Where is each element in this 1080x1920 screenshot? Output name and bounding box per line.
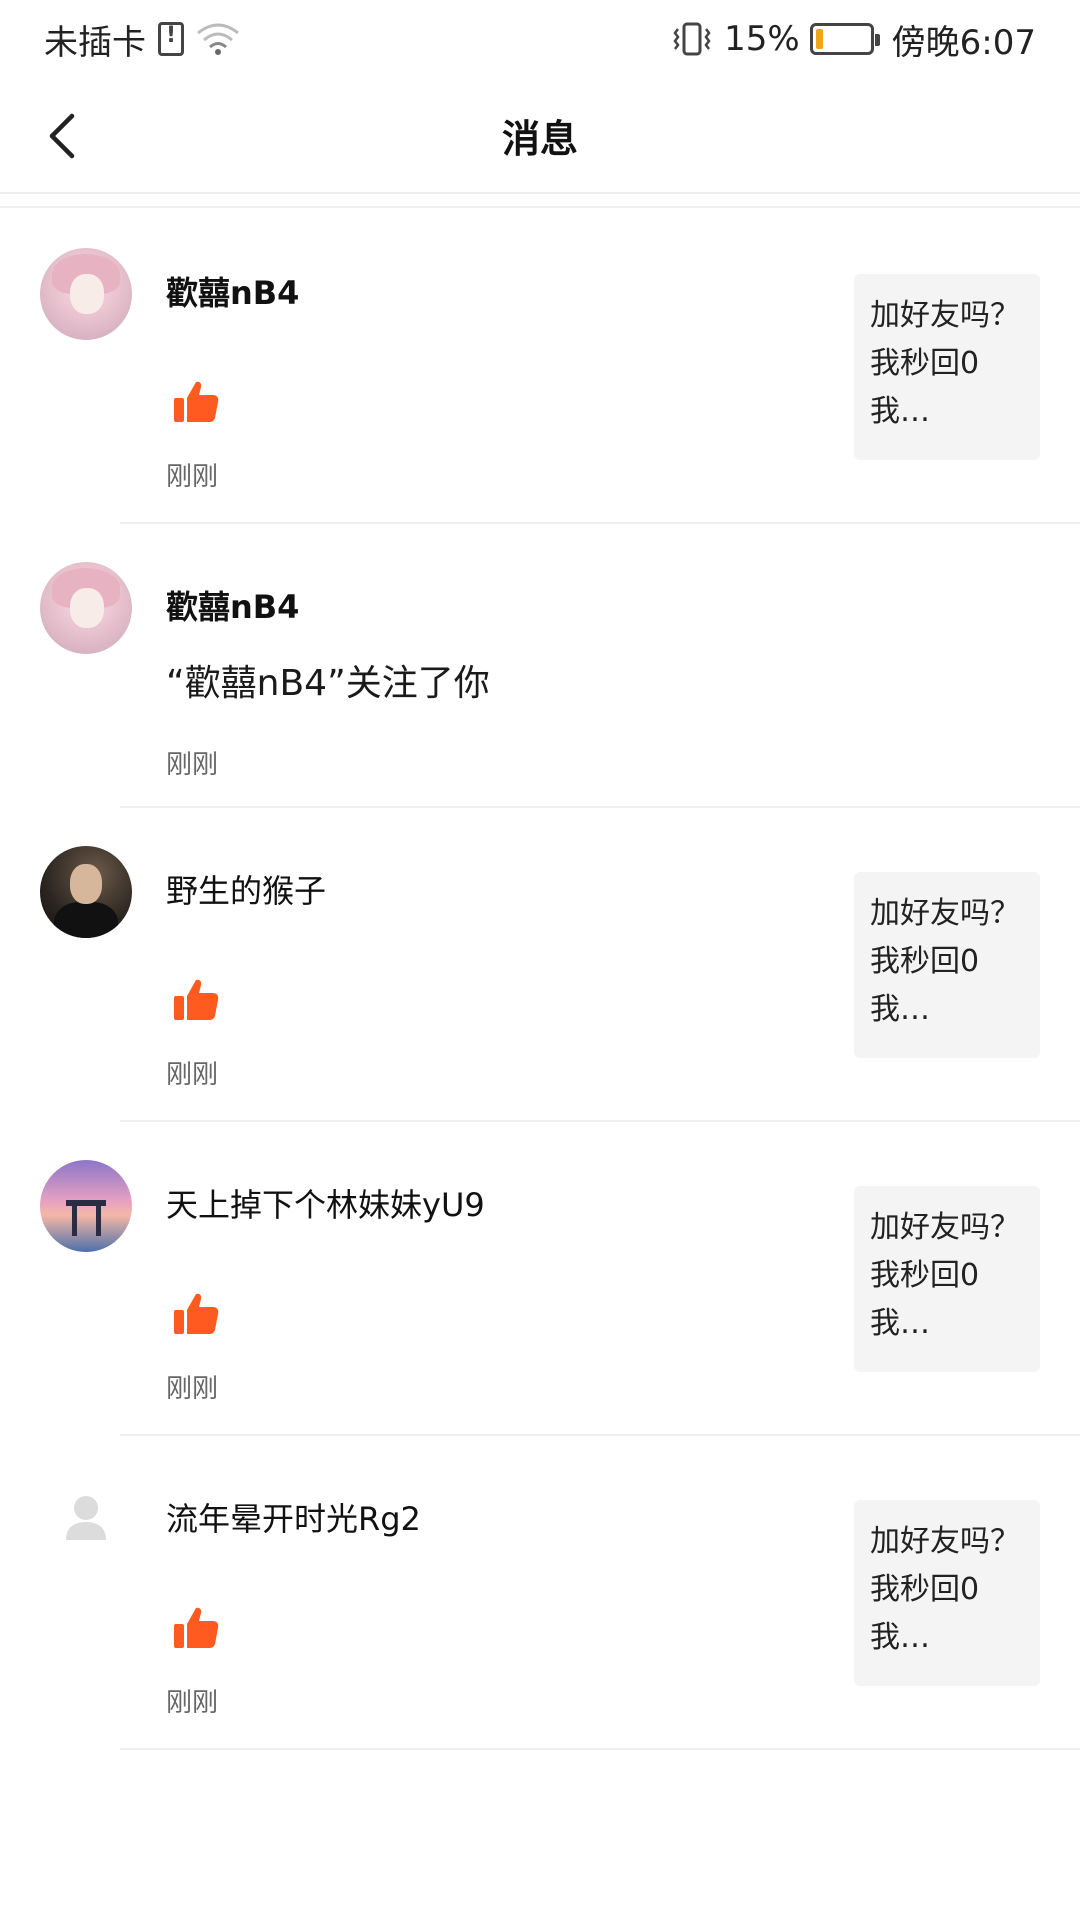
status-bar: 未插卡 15% 傍晚6:07 bbox=[0, 0, 1080, 78]
avatar[interactable] bbox=[40, 248, 132, 340]
list-item[interactable]: 流年晕开时光Rg2 刚刚 加好友吗？我秒回0 我… bbox=[0, 1434, 1080, 1750]
thumbs-up-icon bbox=[174, 1293, 219, 1334]
timestamp: 刚刚 bbox=[166, 1374, 219, 1404]
sender-name[interactable]: 歡囍nB4 bbox=[166, 268, 299, 314]
avatar[interactable] bbox=[40, 562, 132, 654]
quoted-post-preview[interactable]: 加好友吗？我秒回0 我… bbox=[854, 1500, 1040, 1686]
battery-level-fill bbox=[815, 29, 824, 49]
list-item[interactable]: 野生的猴子 刚刚 加好友吗？我秒回0 我… bbox=[0, 806, 1080, 1122]
avatar-face bbox=[70, 588, 104, 628]
page-title: 消息 bbox=[501, 117, 578, 161]
divider bbox=[120, 1748, 1080, 1750]
carrier-label: 未插卡 bbox=[44, 22, 146, 63]
vibrate-icon bbox=[673, 22, 711, 56]
sender-name[interactable]: 天上掉下个林妹妹yU9 bbox=[166, 1180, 485, 1226]
battery-percent: 15% bbox=[724, 19, 800, 59]
avatar[interactable] bbox=[40, 846, 132, 938]
list-item[interactable]: 歡囍nB4 “歡囍nB4”关注了你 刚刚 bbox=[0, 522, 1080, 808]
timestamp: 刚刚 bbox=[166, 462, 219, 492]
avatar-post bbox=[96, 1200, 101, 1236]
thumbs-up-icon bbox=[174, 979, 219, 1020]
follow-notice-text: “歡囍nB4”关注了你 bbox=[166, 663, 490, 704]
wifi-icon bbox=[197, 23, 239, 55]
thumbs-up-icon bbox=[174, 1607, 219, 1648]
avatar-face bbox=[70, 864, 102, 904]
thumbs-up-icon bbox=[174, 381, 219, 422]
message-list: 歡囍nB4 刚刚 加好友吗？我秒回0 我… 歡囍nB4 “歡囍nB4”关注了你 … bbox=[0, 206, 1080, 1750]
status-right: 15% 傍晚6:07 bbox=[670, 14, 1036, 64]
sender-name[interactable]: 歡囍nB4 bbox=[166, 582, 299, 628]
timestamp: 刚刚 bbox=[166, 1688, 219, 1718]
quoted-post-preview[interactable]: 加好友吗？我秒回0 我… bbox=[854, 1186, 1040, 1372]
sender-name[interactable]: 流年晕开时光Rg2 bbox=[166, 1494, 421, 1540]
default-user-icon bbox=[66, 1496, 106, 1540]
clock: 傍晚6:07 bbox=[891, 22, 1036, 63]
screen: 未插卡 15% 傍晚6:07 bbox=[0, 0, 1080, 1920]
battery-icon bbox=[809, 23, 880, 55]
avatar-face bbox=[70, 274, 104, 314]
avatar-body bbox=[54, 902, 118, 938]
timestamp: 刚刚 bbox=[166, 750, 219, 780]
avatar[interactable] bbox=[40, 1474, 132, 1566]
timestamp: 刚刚 bbox=[166, 1060, 219, 1090]
list-item[interactable]: 天上掉下个林妹妹yU9 刚刚 加好友吗？我秒回0 我… bbox=[0, 1120, 1080, 1436]
nav-bar: 消息 bbox=[0, 78, 1080, 194]
avatar[interactable] bbox=[40, 1160, 132, 1252]
quoted-post-preview[interactable]: 加好友吗？我秒回0 我… bbox=[854, 274, 1040, 460]
sender-name[interactable]: 野生的猴子 bbox=[166, 866, 326, 912]
status-left: 未插卡 bbox=[44, 14, 240, 64]
avatar-post bbox=[72, 1200, 77, 1236]
quoted-post-preview[interactable]: 加好友吗？我秒回0 我… bbox=[854, 872, 1040, 1058]
sim-card-icon bbox=[158, 22, 184, 56]
list-item[interactable]: 歡囍nB4 刚刚 加好友吗？我秒回0 我… bbox=[0, 208, 1080, 524]
